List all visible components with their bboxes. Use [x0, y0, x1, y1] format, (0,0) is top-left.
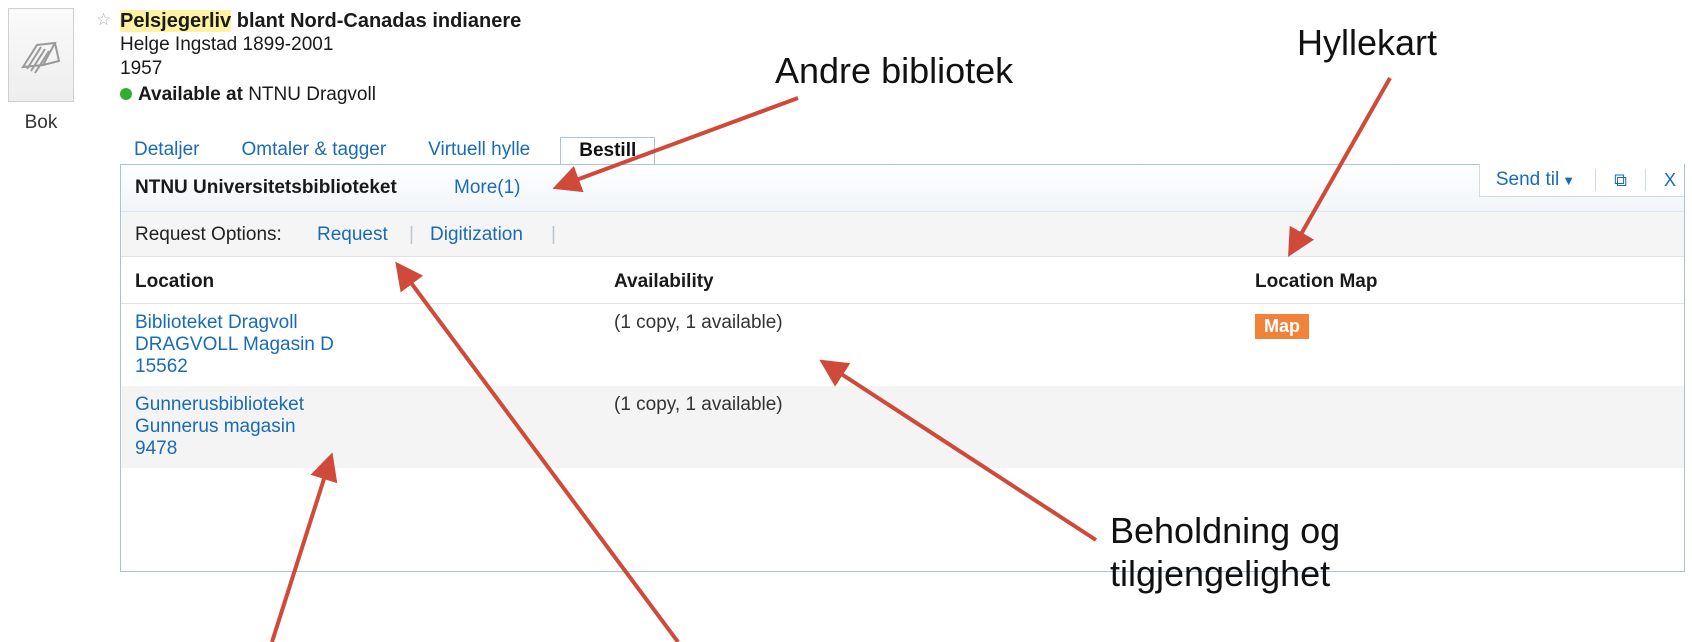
column-header-availability: Availability — [614, 271, 714, 292]
column-header-location-map: Location Map — [1255, 271, 1378, 292]
holding-location[interactable]: Gunnerusbiblioteket Gunnerus magasin 947… — [135, 394, 304, 460]
more-libraries-link[interactable]: More(1) — [454, 177, 521, 199]
holding-library: Gunnerusbiblioteket — [135, 394, 304, 415]
toolbar-divider — [1644, 169, 1646, 191]
available-dot-icon — [120, 88, 132, 100]
request-options-row: Request Options: Request | Digitization … — [121, 212, 1684, 257]
title-highlight: Pelsjegerliv — [120, 10, 232, 32]
book-icon — [21, 41, 61, 74]
annotation-andre-bibliotek: Andre bibliotek — [775, 50, 1014, 91]
column-header-location: Location — [135, 271, 215, 292]
record-year: 1957 — [120, 58, 163, 79]
send-to-toolbar: Send til ▼ ⧉ X — [1478, 164, 1684, 197]
annotation-beholdning-line2: tilgjengelighet — [1110, 553, 1331, 594]
record-title[interactable]: Pelsjegerliv blant Nord-Canadas indianer… — [120, 10, 521, 33]
chevron-down-icon: ▼ — [1562, 173, 1576, 188]
digitization-link[interactable]: Digitization — [430, 224, 523, 246]
panel-header: NTNU Universitetsbiblioteket More(1) Sen… — [121, 164, 1684, 212]
request-options-label: Request Options: — [135, 224, 282, 245]
request-separator: | — [551, 224, 556, 245]
table-row: Gunnerusbiblioteket Gunnerus magasin 947… — [121, 386, 1684, 468]
book-thumbnail[interactable] — [8, 8, 74, 102]
send-to-button[interactable]: Send til ▼ — [1496, 169, 1585, 191]
availability-status: Available at — [138, 84, 243, 105]
library-name: NTNU Universitetsbiblioteket — [135, 177, 397, 198]
record-tabs: Detaljer Omtaler & tagger Virtuell hylle… — [120, 137, 656, 165]
holding-collection: DRAGVOLL Magasin D — [135, 334, 334, 355]
star-icon[interactable]: ☆ — [96, 10, 111, 30]
holding-callnumber: 9478 — [135, 438, 178, 459]
record-author: Helge Ingstad 1899-2001 — [120, 34, 334, 55]
holding-availability: (1 copy, 1 available) — [614, 394, 783, 415]
tab-detaljer[interactable]: Detaljer — [120, 139, 227, 165]
request-link[interactable]: Request — [317, 224, 388, 246]
close-icon[interactable]: X — [1656, 170, 1684, 191]
request-panel: NTNU Universitetsbiblioteket More(1) Sen… — [120, 164, 1685, 572]
annotation-hyllekart: Hyllekart — [1297, 22, 1438, 63]
send-to-label: Send til — [1495, 169, 1560, 190]
holding-library: Biblioteket Dragvoll — [135, 312, 298, 333]
availability-location: NTNU Dragvoll — [248, 84, 376, 105]
tab-virtuell-hylle[interactable]: Virtuell hylle — [414, 139, 558, 165]
screenshot-stage: Bok ☆ Pelsjegerliv blant Nord-Canadas in… — [0, 0, 1692, 642]
holding-location[interactable]: Biblioteket Dragvoll DRAGVOLL Magasin D … — [135, 312, 334, 378]
tab-omtaler-tagger[interactable]: Omtaler & tagger — [227, 139, 414, 165]
material-type-label: Bok — [24, 112, 58, 133]
popout-icon[interactable]: ⧉ — [1606, 170, 1635, 191]
holding-callnumber: 15562 — [135, 356, 188, 377]
holding-availability: (1 copy, 1 available) — [614, 312, 783, 333]
availability-line: Available at NTNU Dragvoll — [120, 84, 376, 106]
holdings-header-row: Location Availability Location Map — [121, 257, 1684, 304]
toolbar-divider — [1595, 169, 1597, 191]
map-button[interactable]: Map — [1255, 314, 1309, 339]
holding-collection: Gunnerus magasin — [135, 416, 296, 437]
tab-bestill[interactable]: Bestill — [560, 137, 656, 165]
title-rest: blant Nord-Canadas indianere — [231, 10, 522, 32]
table-row: Biblioteket Dragvoll DRAGVOLL Magasin D … — [121, 304, 1684, 386]
request-separator: | — [409, 224, 414, 245]
annotation-beholdning-line1: Beholdning og — [1110, 510, 1341, 551]
